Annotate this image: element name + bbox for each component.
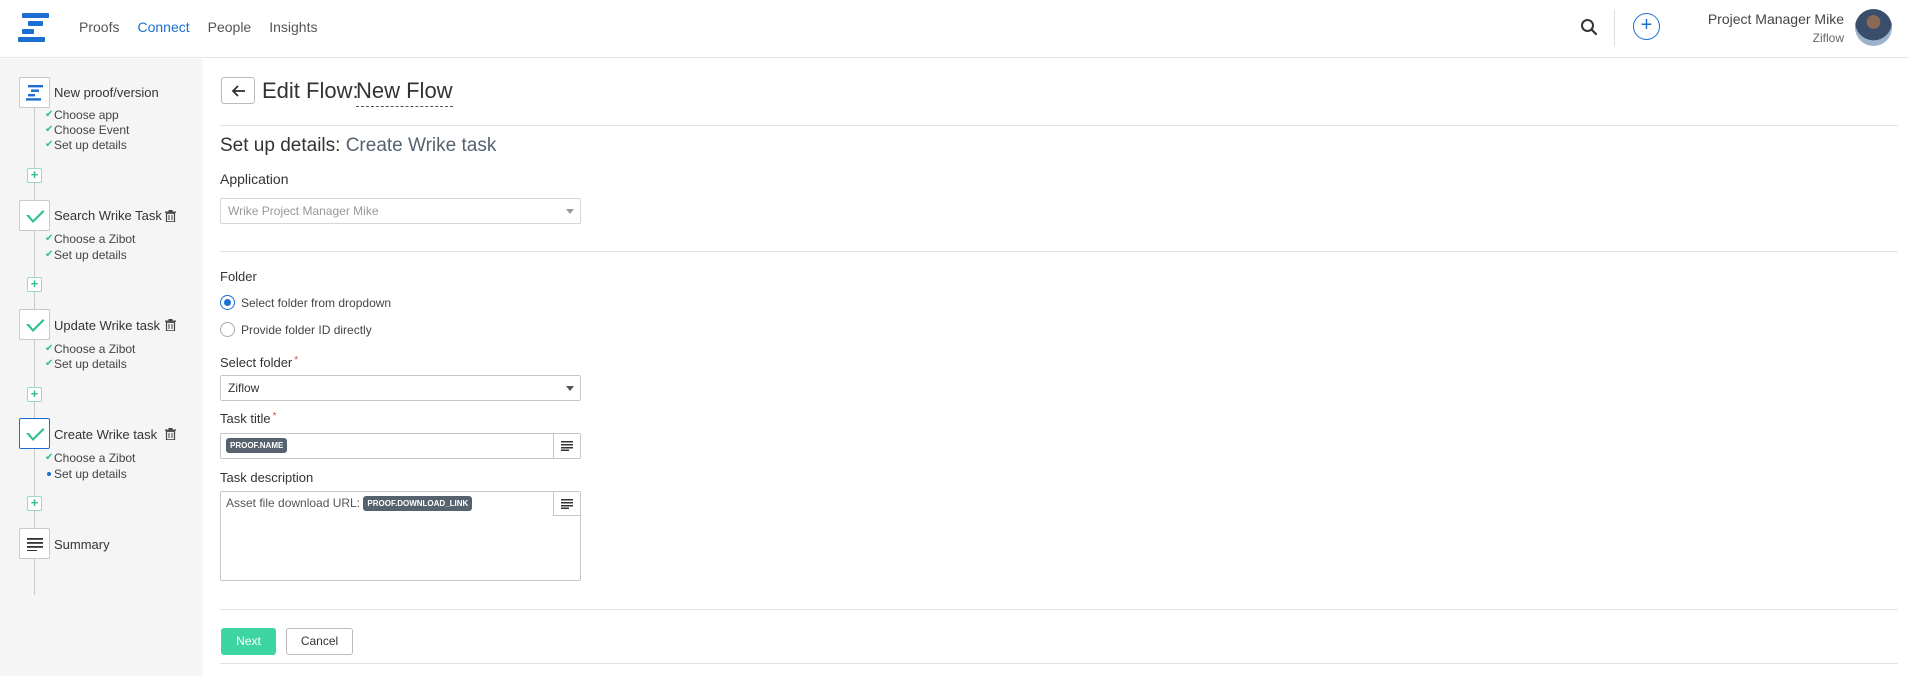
check-icon: ✔ <box>45 139 54 150</box>
insert-field-button[interactable] <box>553 492 580 516</box>
task-title-label: Task title * <box>220 411 277 426</box>
proof-name-tag[interactable]: PROOF.NAME <box>226 438 288 454</box>
cancel-button[interactable]: Cancel <box>286 628 353 655</box>
folder-label: Folder <box>220 269 257 284</box>
step-icon-box[interactable] <box>19 418 50 449</box>
step-title[interactable]: Search Wrike Task <box>54 208 162 223</box>
check-icon: ✔ <box>45 233 54 244</box>
step-subitem[interactable]: ✔ Set up details <box>45 248 127 262</box>
application-select: Wrike Project Manager Mike <box>220 198 581 224</box>
step-subitem[interactable]: ✔ Set up details <box>45 138 127 152</box>
divider <box>220 663 1898 664</box>
search-icon[interactable] <box>1580 18 1598 36</box>
next-button[interactable]: Next <box>221 628 276 655</box>
add-step-button[interactable]: + <box>27 387 42 402</box>
check-icon: ✔ <box>45 109 54 120</box>
step-subitem[interactable]: ✔ Choose app <box>45 108 119 122</box>
chevron-down-icon <box>566 386 574 391</box>
add-step-button[interactable]: + <box>27 496 42 511</box>
task-description-label: Task description <box>220 470 314 485</box>
task-title-input[interactable]: PROOF.NAME <box>220 433 581 459</box>
align-left-icon <box>561 498 573 509</box>
step-subitem[interactable]: ✔ Choose a Zibot <box>45 451 135 465</box>
user-name[interactable]: Project Manager Mike <box>1708 11 1844 27</box>
trash-icon[interactable] <box>165 319 176 331</box>
nav-insights[interactable]: Insights <box>269 19 317 35</box>
trash-icon[interactable] <box>165 428 176 440</box>
wrike-check-icon <box>25 427 44 441</box>
ziflow-logo-icon[interactable] <box>18 13 49 43</box>
application-label: Application <box>220 171 289 187</box>
nav-connect[interactable]: Connect <box>137 19 189 35</box>
chevron-down-icon <box>566 209 574 214</box>
ziflow-logo-icon <box>25 85 43 101</box>
step-icon-box[interactable] <box>19 200 50 231</box>
check-icon: ✔ <box>45 358 54 369</box>
radio-folder-id[interactable]: Provide folder ID directly <box>220 322 372 337</box>
wrike-check-icon <box>25 209 44 223</box>
check-icon: ✔ <box>45 124 54 135</box>
radio-folder-dropdown[interactable]: Select folder from dropdown <box>220 295 391 310</box>
step-subitem[interactable]: ✔ Choose a Zibot <box>45 232 135 246</box>
add-icon[interactable]: + <box>1633 13 1660 40</box>
main-nav: Proofs Connect People Insights <box>79 19 317 35</box>
nav-people[interactable]: People <box>208 19 252 35</box>
nav-proofs[interactable]: Proofs <box>79 19 119 35</box>
step-subitem[interactable]: ✔ Choose Event <box>45 123 129 137</box>
step-icon-box[interactable] <box>19 77 50 108</box>
add-step-button[interactable]: + <box>27 277 42 292</box>
check-icon: ✔ <box>45 452 54 463</box>
check-icon: ✔ <box>45 249 54 260</box>
align-left-icon <box>561 441 573 451</box>
avatar[interactable] <box>1855 9 1892 46</box>
flow-name-editable[interactable]: New Flow <box>356 78 453 107</box>
wrike-check-icon <box>25 318 44 332</box>
step-title[interactable]: Update Wrike task <box>54 318 160 333</box>
page-title: Edit Flow: <box>262 78 359 103</box>
step-subitem-current[interactable]: Set up details <box>47 467 127 481</box>
check-icon: ✔ <box>45 343 54 354</box>
list-icon <box>26 537 43 551</box>
radio-button[interactable] <box>220 322 235 337</box>
trash-icon[interactable] <box>165 210 176 222</box>
folder-select[interactable]: Ziflow <box>220 375 581 401</box>
back-button[interactable] <box>221 77 255 104</box>
step-title[interactable]: Summary <box>54 537 110 552</box>
divider <box>220 251 1898 252</box>
radio-button[interactable] <box>220 295 235 310</box>
add-step-button[interactable]: + <box>27 168 42 183</box>
divider <box>220 125 1898 126</box>
top-bar: Proofs Connect People Insights + Project… <box>0 0 1909 58</box>
insert-field-button[interactable] <box>553 434 580 458</box>
select-folder-label: Select folder * <box>220 355 299 370</box>
divider <box>220 609 1898 610</box>
task-description-textarea[interactable]: Asset file download URL: PROOF.DOWNLOAD_… <box>220 491 581 581</box>
divider <box>1614 10 1615 46</box>
arrow-left-icon <box>231 85 245 97</box>
user-org: Ziflow <box>1812 31 1844 45</box>
step-icon-box[interactable] <box>19 309 50 340</box>
flow-steps-sidebar: New proof/version ✔ Choose app ✔ Choose Ev… <box>0 59 203 676</box>
current-dot-icon <box>47 472 51 476</box>
proof-download-link-tag[interactable]: PROOF.DOWNLOAD_LINK <box>363 496 473 512</box>
step-title[interactable]: Create Wrike task <box>54 427 157 442</box>
step-subitem[interactable]: ✔ Choose a Zibot <box>45 342 135 356</box>
step-icon-box[interactable] <box>19 528 50 559</box>
step-title[interactable]: New proof/version <box>54 85 159 100</box>
step-subitem[interactable]: ✔ Set up details <box>45 357 127 371</box>
section-title: Set up details: Create Wrike task <box>220 135 497 156</box>
